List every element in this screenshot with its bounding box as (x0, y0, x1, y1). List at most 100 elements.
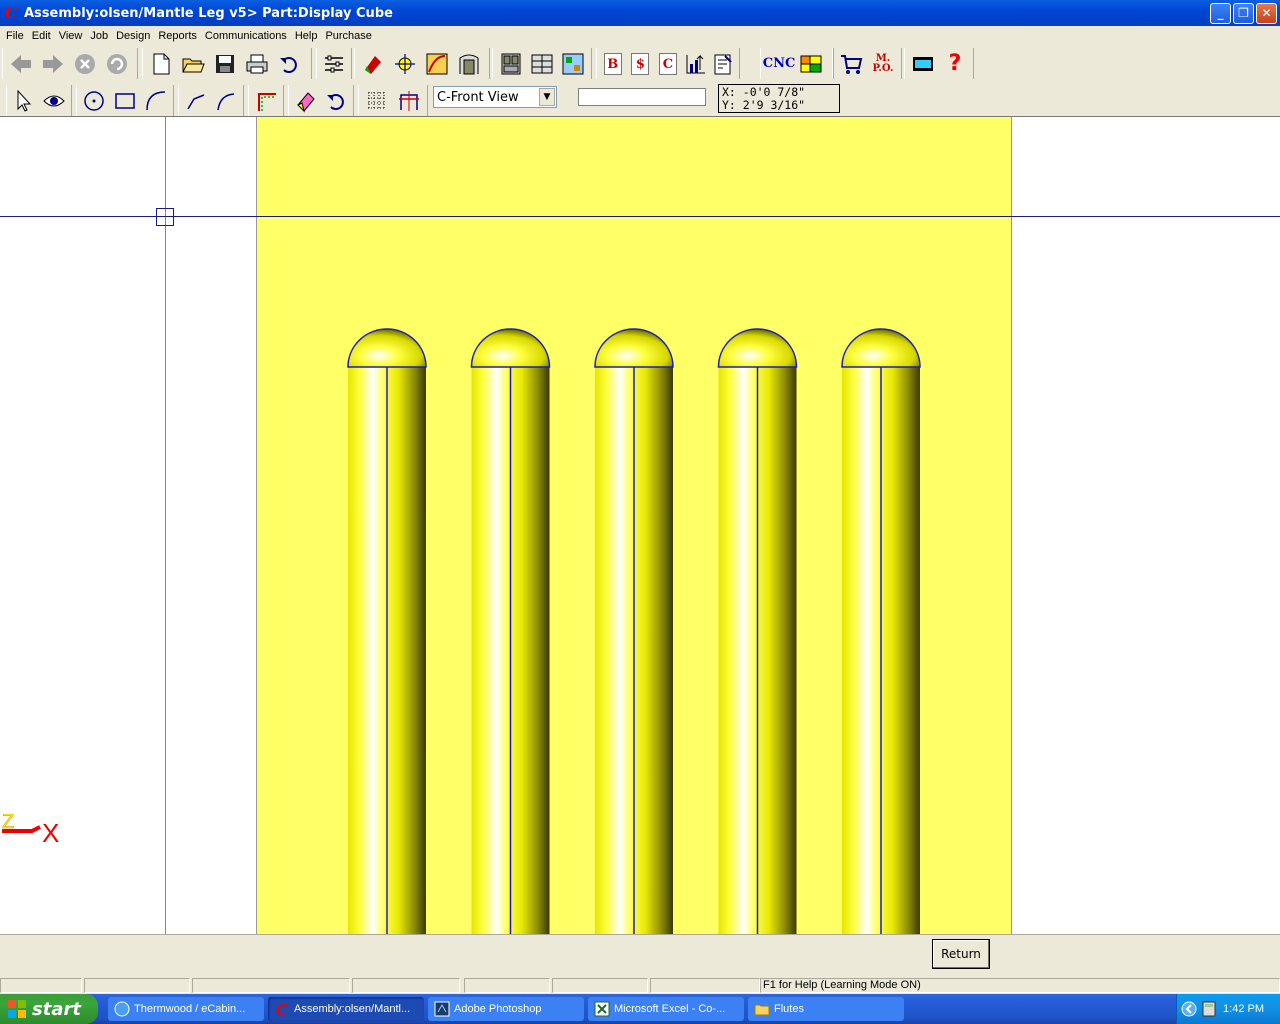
open-button[interactable] (178, 50, 208, 78)
layout-button[interactable] (527, 50, 556, 78)
cursor-crosshair-box (156, 208, 174, 226)
menu-file[interactable]: File (2, 30, 28, 42)
close-button[interactable]: ✕ (1256, 3, 1277, 24)
save-button[interactable] (210, 50, 240, 78)
task-label: Adobe Photoshop (454, 1003, 542, 1015)
task-excel[interactable]: Microsoft Excel - Co-... (588, 997, 744, 1021)
status-bar: F1 for Help (Learning Mode ON) (0, 976, 1280, 994)
task-assembly[interactable]: C Assembly:olsen/Mantl... (268, 997, 424, 1021)
cabinet-button[interactable] (496, 50, 525, 78)
eraser-icon (297, 91, 315, 113)
corner-icon (258, 92, 276, 111)
drawing-canvas[interactable]: Z X (0, 116, 1280, 934)
dimension-tool[interactable] (394, 87, 424, 115)
arc-tool[interactable] (141, 87, 170, 115)
task-label: Microsoft Excel - Co-... (614, 1003, 726, 1015)
refresh-button[interactable] (102, 50, 132, 78)
corner-tool[interactable] (252, 87, 280, 115)
chevron-left-icon[interactable] (1181, 1001, 1197, 1017)
menu-edit[interactable]: Edit (28, 30, 55, 42)
rectangle-tool[interactable] (111, 87, 140, 115)
task-flutes-folder[interactable]: Flutes (748, 997, 904, 1021)
profile-icon (426, 53, 448, 74)
options-button[interactable] (320, 50, 348, 78)
minimize-button[interactable]: _ (1210, 3, 1231, 24)
question-mark-icon: ? (948, 51, 962, 76)
optimize-button[interactable] (683, 50, 709, 78)
erase-tool[interactable] (292, 87, 320, 115)
calculator-icon[interactable] (1201, 1001, 1217, 1017)
nesting-button[interactable] (796, 50, 826, 78)
door-style-button[interactable] (454, 50, 484, 78)
start-button[interactable]: start (0, 994, 98, 1024)
flute-dome[interactable] (594, 328, 674, 368)
shopping-cart-button[interactable] (836, 50, 866, 78)
menu-purchase[interactable]: Purchase (321, 30, 375, 42)
grid-tool[interactable] (362, 87, 392, 115)
design-group (354, 48, 490, 79)
bill-button[interactable]: B (600, 50, 626, 78)
ecabinets-icon: C (276, 1001, 288, 1017)
layout-icon (531, 54, 553, 73)
axis-indicator: Z X (2, 814, 59, 848)
folder-icon (754, 1004, 770, 1016)
menu-communications[interactable]: Communications (201, 30, 291, 42)
room-button[interactable] (559, 50, 588, 78)
mpo-line-2: P.O. (872, 62, 894, 74)
view-tool[interactable] (40, 87, 68, 115)
flute-dome[interactable] (717, 328, 798, 368)
flute-dome[interactable] (347, 328, 427, 368)
menu-design[interactable]: Design (112, 30, 154, 42)
restore-button[interactable]: ❐ (1233, 3, 1254, 24)
zoom-slider[interactable] (578, 88, 706, 106)
curve-tool[interactable] (212, 87, 240, 115)
menu-view[interactable]: View (55, 30, 87, 42)
new-button[interactable] (146, 50, 176, 78)
task-label: Assembly:olsen/Mantl... (294, 1003, 411, 1015)
new-file-icon (153, 53, 170, 74)
menu-help[interactable]: Help (291, 30, 322, 42)
flute-dome[interactable] (841, 328, 921, 368)
sliders-icon (325, 55, 343, 72)
select-group (6, 85, 72, 116)
back-button[interactable] (6, 50, 36, 78)
view-select[interactable]: C-Front View ▼ (433, 86, 557, 108)
window-controls: _ ❐ ✕ (1210, 3, 1277, 24)
help-button[interactable]: ? (940, 50, 970, 78)
hardware-button[interactable] (390, 50, 420, 78)
menu-reports[interactable]: Reports (154, 30, 201, 42)
task-thermwood[interactable]: Thermwood / eCabin... (108, 997, 264, 1021)
dimension-icon (399, 90, 419, 111)
stop-button[interactable] (70, 50, 100, 78)
print-button[interactable] (242, 50, 272, 78)
chevron-down-icon[interactable]: ▼ (539, 88, 555, 106)
materials-button[interactable] (358, 50, 388, 78)
nesting-icon (800, 55, 822, 72)
windows-logo-icon (8, 1000, 26, 1018)
task-photoshop[interactable]: Adobe Photoshop (428, 997, 584, 1021)
menu-job[interactable]: Job (86, 30, 112, 42)
cnc-button[interactable]: CNC (763, 50, 796, 78)
report-settings-button[interactable] (710, 50, 736, 78)
status-cell-7 (650, 978, 760, 993)
profile-button[interactable] (422, 50, 452, 78)
mpo-line-1: M. (875, 52, 891, 64)
room-icon (562, 53, 584, 74)
forward-button[interactable] (38, 50, 68, 78)
purchase-order-button[interactable]: M. P.O. (868, 50, 898, 78)
bill-icon: B (603, 52, 622, 75)
stop-icon (75, 53, 95, 74)
undo-icon (280, 56, 297, 73)
undo-button[interactable] (274, 50, 304, 78)
cost-button[interactable]: $ (628, 50, 654, 78)
select-tool[interactable] (10, 87, 38, 115)
flute-dome[interactable] (470, 328, 551, 368)
line-tool[interactable] (182, 87, 210, 115)
cutlist-button[interactable]: C (655, 50, 681, 78)
undo-draw-tool[interactable] (322, 87, 350, 115)
return-button[interactable]: Return (932, 939, 990, 969)
open-folder-icon (182, 58, 205, 72)
render-button[interactable] (908, 50, 938, 78)
point-tool[interactable] (80, 87, 109, 115)
back-arrow-icon (11, 54, 31, 73)
